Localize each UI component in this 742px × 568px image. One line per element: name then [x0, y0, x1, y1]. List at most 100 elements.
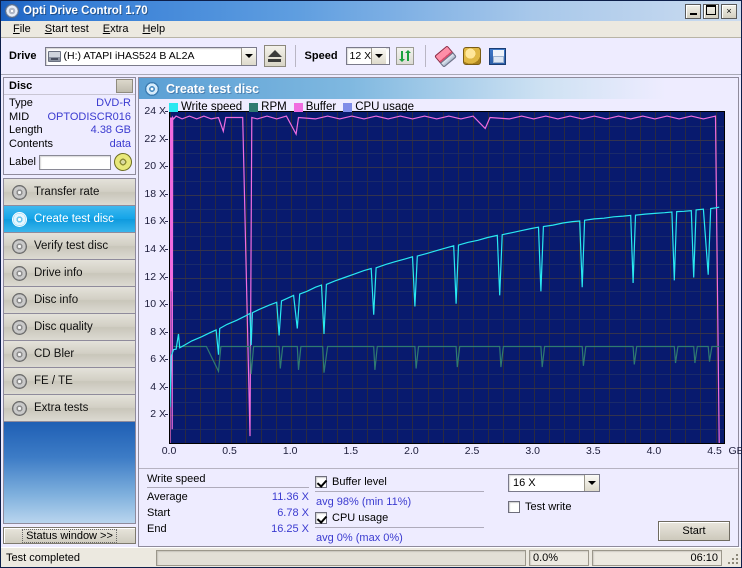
start-button[interactable]: Start	[658, 521, 730, 541]
y-axis-tick	[165, 332, 168, 333]
disc-icon	[12, 184, 27, 200]
disc-panel-button[interactable]	[116, 79, 133, 93]
series-buffer	[170, 115, 720, 443]
disc-media-icon[interactable]	[114, 153, 132, 171]
chevron-down-icon[interactable]	[584, 475, 599, 491]
x-axis-tick-label: 0.0	[161, 445, 177, 457]
speed-select[interactable]: 12 X	[345, 47, 390, 65]
buffer-level-row[interactable]: Buffer level	[315, 474, 490, 490]
menu-start-test[interactable]: Start test	[38, 22, 96, 36]
disc-icon	[12, 400, 27, 416]
gold-button[interactable]	[461, 45, 483, 67]
y-axis-tick	[165, 359, 168, 360]
eject-button[interactable]	[263, 45, 286, 67]
refresh-button[interactable]	[394, 45, 416, 67]
chevron-down-icon[interactable]	[371, 48, 387, 64]
sidebar-item-label: Transfer rate	[34, 186, 100, 198]
disc-type-value: DVD-R	[96, 97, 131, 109]
sidebar: Disc Type DVD-R MID OPTODISCR016 Length …	[1, 75, 138, 547]
y-axis-tick-label: 2 X	[150, 408, 166, 421]
status-message: Test completed	[3, 549, 153, 566]
close-button[interactable]: ×	[721, 3, 737, 19]
y-axis-tick	[165, 414, 168, 415]
menu-help[interactable]: Help	[135, 22, 172, 36]
sidebar-item-extra-tests[interactable]: Extra tests	[4, 395, 135, 422]
y-axis-tick-label: 10 X	[144, 298, 166, 311]
y-axis-tick-label: 20 X	[144, 160, 166, 173]
app-disc-icon	[5, 4, 19, 18]
y-axis-tick-label: 12 X	[144, 270, 166, 283]
minimize-button[interactable]	[685, 3, 701, 19]
sidebar-item-drive-info[interactable]: Drive info	[4, 260, 135, 287]
y-axis-tick-label: 16 X	[144, 215, 166, 228]
legend-swatch-icon	[249, 102, 259, 112]
save-button[interactable]	[487, 45, 509, 67]
buffer-level-checkbox[interactable]	[315, 476, 327, 488]
status-window-label: Status window >>	[22, 528, 117, 543]
disc-label-row: Label	[4, 152, 135, 174]
disc-icon	[12, 346, 27, 362]
stat-row-average: Average 11.36 X	[147, 491, 315, 507]
disc-row-contents: Contents data	[9, 138, 131, 152]
y-axis-tick-label: 14 X	[144, 242, 166, 255]
app-window: Opti Drive Control 1.70 × File Start tes…	[0, 0, 742, 568]
disc-mid-key: MID	[9, 110, 30, 123]
test-write-checkbox[interactable]	[508, 501, 520, 513]
buffer-level-label: Buffer level	[332, 476, 387, 488]
drive-icon	[47, 50, 61, 62]
disc-label-input[interactable]	[38, 154, 111, 170]
sidebar-item-label: Drive info	[34, 267, 83, 279]
maximize-button[interactable]	[703, 3, 719, 19]
speed-label: Speed	[304, 50, 338, 62]
title-bar: Opti Drive Control 1.70 ×	[1, 1, 741, 21]
chevron-down-icon[interactable]	[240, 47, 256, 65]
create-test-disc-panel: Create test disc Write speed RPM Buffer CPU…	[138, 77, 742, 547]
sidebar-item-label: FE / TE	[34, 375, 73, 387]
x-axis-unit-label: GB	[728, 445, 742, 457]
y-axis-tick-label: 6 X	[150, 353, 166, 366]
legend-label: Write speed	[181, 101, 243, 113]
window-controls: ×	[685, 3, 739, 19]
test-write-label: Test write	[525, 501, 572, 513]
test-write-row[interactable]: Test write	[508, 499, 732, 515]
legend-swatch-icon	[169, 102, 178, 112]
y-axis-tick-label: 8 X	[150, 325, 166, 338]
resize-grip[interactable]	[725, 551, 739, 565]
sidebar-item-disc-info[interactable]: Disc info	[4, 287, 135, 314]
menu-extra[interactable]: Extra	[96, 22, 136, 36]
drive-label: Drive	[9, 50, 37, 62]
status-window-button[interactable]: Status window >>	[3, 527, 136, 544]
disc-panel-header: Disc	[4, 78, 135, 95]
sidebar-item-fe-te[interactable]: FE / TE	[4, 368, 135, 395]
x-axis-tick-label: 3.5	[585, 445, 601, 457]
cpu-usage-checkbox[interactable]	[315, 512, 327, 524]
toolbar-separator-1	[294, 45, 296, 67]
cpu-usage-row[interactable]: CPU usage	[315, 510, 490, 526]
disc-length-value: 4.38 GB	[90, 124, 131, 136]
speed-select-value: 12 X	[349, 50, 372, 62]
sidebar-item-cd-bler[interactable]: CD Bler	[4, 341, 135, 368]
y-axis-tick	[165, 249, 168, 250]
write-speed-select[interactable]: 16 X	[508, 474, 600, 492]
disc-icon	[12, 211, 27, 227]
write-speed-column: Write speed Average 11.36 X Start 6.78 X…	[147, 473, 315, 546]
sidebar-item-create-test-disc[interactable]: Create test disc	[4, 206, 135, 233]
x-axis-tick-label: 4.0	[646, 445, 662, 457]
sidebar-item-verify-test-disc[interactable]: Verify test disc	[4, 233, 135, 260]
chart-svg	[170, 112, 724, 443]
drive-select-value: (H:) ATAPI iHAS524 B AL2A	[63, 50, 195, 62]
drive-select[interactable]: (H:) ATAPI iHAS524 B AL2A	[44, 46, 257, 66]
eject-icon	[267, 50, 282, 57]
cpu-avg-text: avg 0% (max 0%)	[316, 532, 403, 544]
legend-item-2: Buffer	[293, 101, 336, 113]
main-content: Create test disc Write speed RPM Buffer CPU…	[138, 75, 742, 547]
disc-row-type: Type DVD-R	[9, 97, 131, 111]
sidebar-item-transfer-rate[interactable]: Transfer rate	[4, 179, 135, 206]
window-title: Opti Drive Control 1.70	[23, 5, 148, 17]
menu-file[interactable]: File	[6, 22, 38, 36]
disc-panel-title: Disc	[9, 80, 33, 92]
erase-button[interactable]	[434, 44, 457, 68]
disc-icon	[12, 265, 27, 281]
y-axis-tick	[165, 304, 168, 305]
sidebar-item-disc-quality[interactable]: Disc quality	[4, 314, 135, 341]
